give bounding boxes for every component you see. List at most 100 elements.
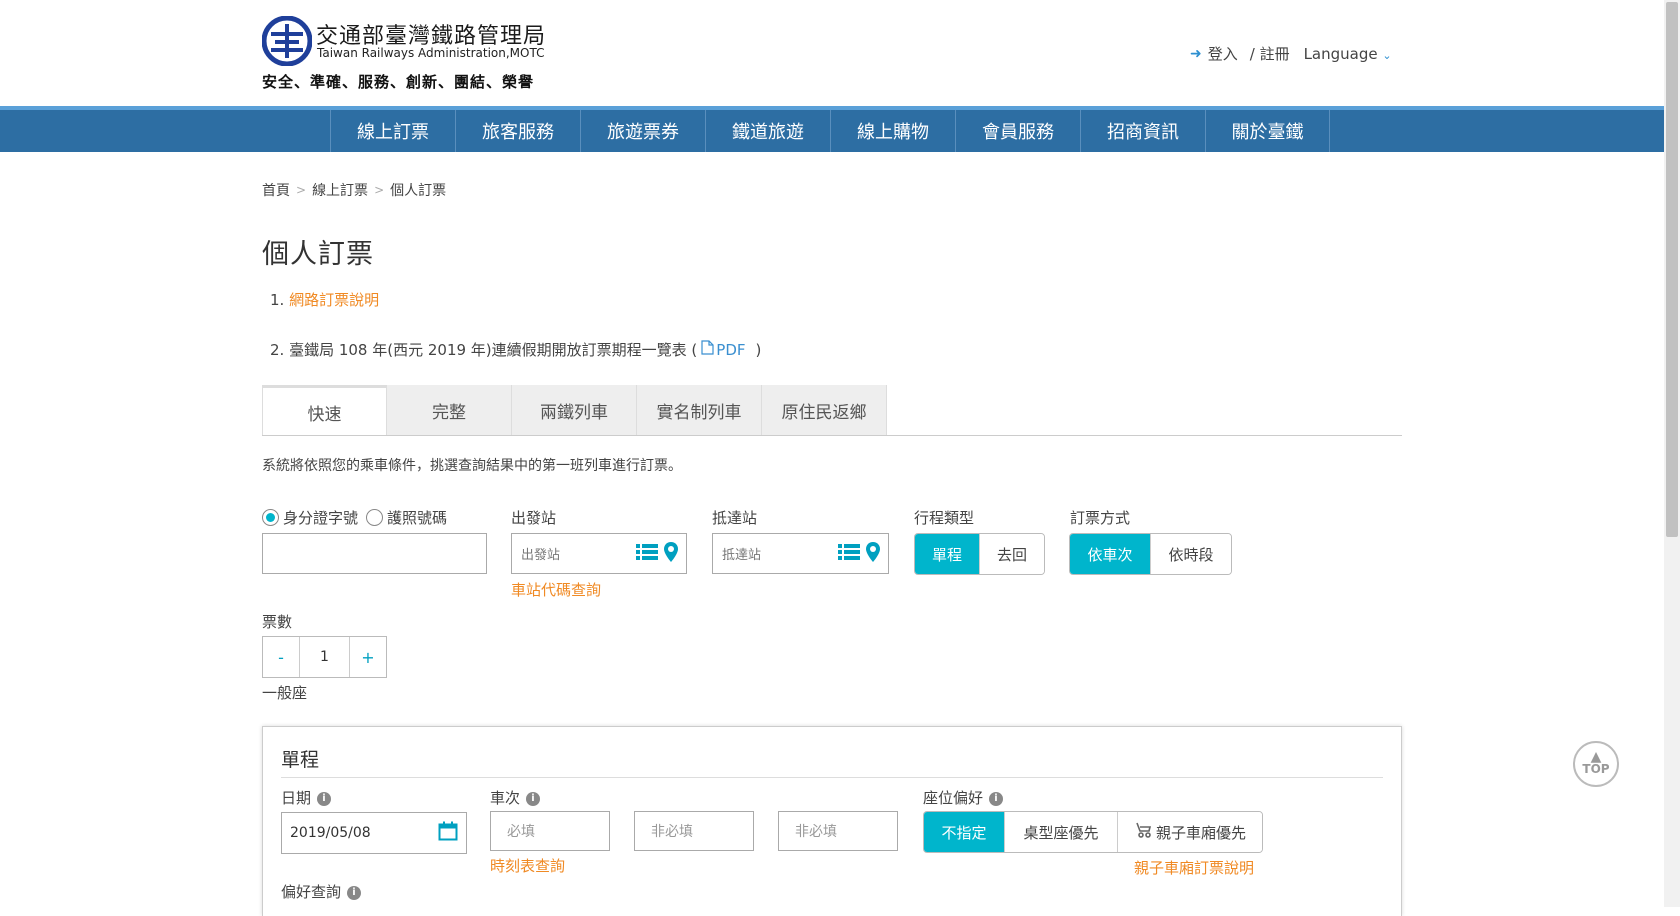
breadcrumb-home[interactable]: 首頁 xyxy=(262,180,290,200)
nav-item-5[interactable]: 線上購物 xyxy=(830,110,955,152)
nav-item-4[interactable]: 鐵道旅遊 xyxy=(705,110,830,152)
top-label: TOP xyxy=(1582,762,1610,776)
timetable-link[interactable]: 時刻表查詢 xyxy=(490,855,565,876)
panel-divider xyxy=(281,777,1383,778)
ticket-count-input[interactable]: 1 xyxy=(299,637,350,677)
ticket-plus-button[interactable]: + xyxy=(350,637,386,677)
ticket-minus-button[interactable]: - xyxy=(263,637,299,677)
list-icon[interactable] xyxy=(838,543,860,565)
order-method-label: 訂票方式 xyxy=(1070,509,1131,527)
chevron-up-icon: ▲ xyxy=(1590,749,1602,765)
booking-tabs: 快速 完整 兩鐵列車 實名制列車 原住民返鄉 xyxy=(262,385,887,436)
language-label: Language xyxy=(1303,44,1378,63)
breadcrumb: 首頁 > 線上訂票 > 個人訂票 xyxy=(262,180,446,200)
pref-query-label-group: 偏好查詢 i xyxy=(281,881,362,902)
seat-pref-label-group: 座位偏好 i xyxy=(923,787,1004,808)
arrive-station-placeholder: 抵達站 xyxy=(722,548,762,563)
notice-1: 1. 網路訂票說明 xyxy=(270,289,379,310)
info-icon[interactable]: i xyxy=(317,791,332,806)
seat-any-button[interactable]: 不指定 xyxy=(924,812,1005,852)
calendar-icon[interactable] xyxy=(438,821,458,845)
arrive-station-label: 抵達站 xyxy=(712,509,758,527)
tab-full[interactable]: 完整 xyxy=(387,385,512,435)
family-car-guide-link[interactable]: 親子車廂訂票說明 xyxy=(1134,857,1254,878)
tab-indigenous[interactable]: 原住民返鄉 xyxy=(762,385,887,435)
register-link[interactable]: / 註冊 xyxy=(1250,43,1290,64)
train-no-input-3[interactable]: 非必填 xyxy=(778,811,898,851)
slogan: 安全、準確、服務、創新、團結、榮譽 xyxy=(262,73,535,91)
train-no-input-1[interactable]: 必填 xyxy=(490,811,610,851)
list-icon[interactable] xyxy=(636,543,658,565)
ticket-count-label: 票數 xyxy=(262,613,293,631)
pdf-link[interactable]: PDF xyxy=(701,340,746,359)
train-no-input-2[interactable]: 非必填 xyxy=(634,811,754,851)
order-by-time-button[interactable]: 依時段 xyxy=(1151,534,1231,574)
station-code-link[interactable]: 車站代碼查詢 xyxy=(511,579,601,600)
date-input[interactable]: 2019/05/08 xyxy=(281,812,467,854)
language-dropdown[interactable]: Language ⌄ xyxy=(1304,45,1392,63)
notice-2-suffix: ) xyxy=(755,340,762,359)
brand-name-en: Taiwan Railways Administration,MOTC xyxy=(317,46,545,60)
chevron-down-icon: ⌄ xyxy=(1382,48,1392,62)
order-method-toggle: 依車次 依時段 xyxy=(1069,533,1232,575)
info-icon[interactable]: i xyxy=(347,885,362,900)
depart-station-input[interactable]: 出發站 xyxy=(511,533,687,574)
stroller-icon xyxy=(1134,821,1152,843)
nav-item-7[interactable]: 招商資訊 xyxy=(1080,110,1205,152)
breadcrumb-current: 個人訂票 xyxy=(390,183,447,199)
info-icon[interactable]: i xyxy=(526,791,541,806)
seat-pref-label: 座位偏好 xyxy=(923,789,984,807)
page-title: 個人訂票 xyxy=(262,239,374,270)
main-nav: 線上訂票 旅客服務 旅遊票券 鐵道旅遊 線上購物 會員服務 招商資訊 關於臺鐵 xyxy=(0,106,1664,152)
train-no-placeholder-2: 非必填 xyxy=(651,824,693,840)
tab-bike-train[interactable]: 兩鐵列車 xyxy=(512,385,637,435)
seat-class-label: 一般座 xyxy=(262,684,308,702)
trip-type-label: 行程類型 xyxy=(914,509,975,527)
seat-family-button[interactable]: 親子車廂優先 xyxy=(1118,812,1262,852)
notice-2: 2. 臺鐵局 108 年(西元 2019 年)連續假期開放訂票期程一覽表 ( P… xyxy=(270,339,761,360)
map-pin-icon[interactable] xyxy=(866,541,880,566)
pref-query-label: 偏好查詢 xyxy=(281,883,342,901)
tra-logo[interactable] xyxy=(261,15,313,67)
pdf-label: PDF xyxy=(716,340,746,359)
booking-guide-link[interactable]: 網路訂票說明 xyxy=(289,291,379,309)
train-no-label: 車次 xyxy=(490,789,521,807)
nav-item-2[interactable]: 旅客服務 xyxy=(455,110,580,152)
passport-label[interactable]: 護照號碼 xyxy=(387,507,447,528)
date-label-group: 日期 i xyxy=(281,787,332,808)
train-no-placeholder-1: 必填 xyxy=(507,824,535,840)
info-icon[interactable]: i xyxy=(989,791,1004,806)
panel-title: 單程 xyxy=(281,749,320,771)
seat-table-button[interactable]: 桌型座優先 xyxy=(1005,812,1118,852)
map-pin-icon[interactable] xyxy=(664,541,678,566)
login-link[interactable]: 登入 xyxy=(1208,43,1238,64)
back-to-top-button[interactable]: ▲ TOP xyxy=(1573,741,1619,787)
order-by-train-button[interactable]: 依車次 xyxy=(1070,534,1151,574)
notice-1-prefix: 1. xyxy=(270,291,290,309)
seat-pref-toggle: 不指定 桌型座優先 親子車廂優先 xyxy=(923,811,1263,853)
nav-item-8[interactable]: 關於臺鐵 xyxy=(1205,110,1330,152)
date-value: 2019/05/08 xyxy=(290,825,371,841)
login-icon: ➜ xyxy=(1190,45,1202,62)
id-card-label[interactable]: 身分證字號 xyxy=(283,507,358,528)
arrive-station-input[interactable]: 抵達站 xyxy=(712,533,889,574)
scrollbar-thumb[interactable] xyxy=(1666,2,1678,537)
trip-return-button[interactable]: 去回 xyxy=(980,534,1044,574)
tab-quick[interactable]: 快速 xyxy=(262,385,387,436)
top-links: ➜ 登入 / 註冊 Language ⌄ xyxy=(1190,43,1392,64)
breadcrumb-separator: > xyxy=(374,183,385,197)
breadcrumb-online-booking[interactable]: 線上訂票 xyxy=(312,180,368,200)
quick-booking-description: 系統將依照您的乘車條件，挑選查詢結果中的第一班列車進行訂票。 xyxy=(262,458,682,474)
date-label: 日期 xyxy=(281,789,312,807)
id-card-radio[interactable] xyxy=(262,509,279,526)
trip-oneway-button[interactable]: 單程 xyxy=(915,534,980,574)
depart-station-placeholder: 出發站 xyxy=(521,548,561,563)
id-type-selector: 身分證字號 護照號碼 xyxy=(262,507,447,528)
id-number-input[interactable] xyxy=(262,533,487,574)
passport-radio[interactable] xyxy=(366,509,384,526)
nav-item-6[interactable]: 會員服務 xyxy=(955,110,1080,152)
tab-real-name-train[interactable]: 實名制列車 xyxy=(637,385,762,435)
nav-item-3[interactable]: 旅遊票券 xyxy=(580,110,705,152)
seat-family-label: 親子車廂優先 xyxy=(1155,823,1246,842)
nav-item-1[interactable]: 線上訂票 xyxy=(330,110,455,152)
